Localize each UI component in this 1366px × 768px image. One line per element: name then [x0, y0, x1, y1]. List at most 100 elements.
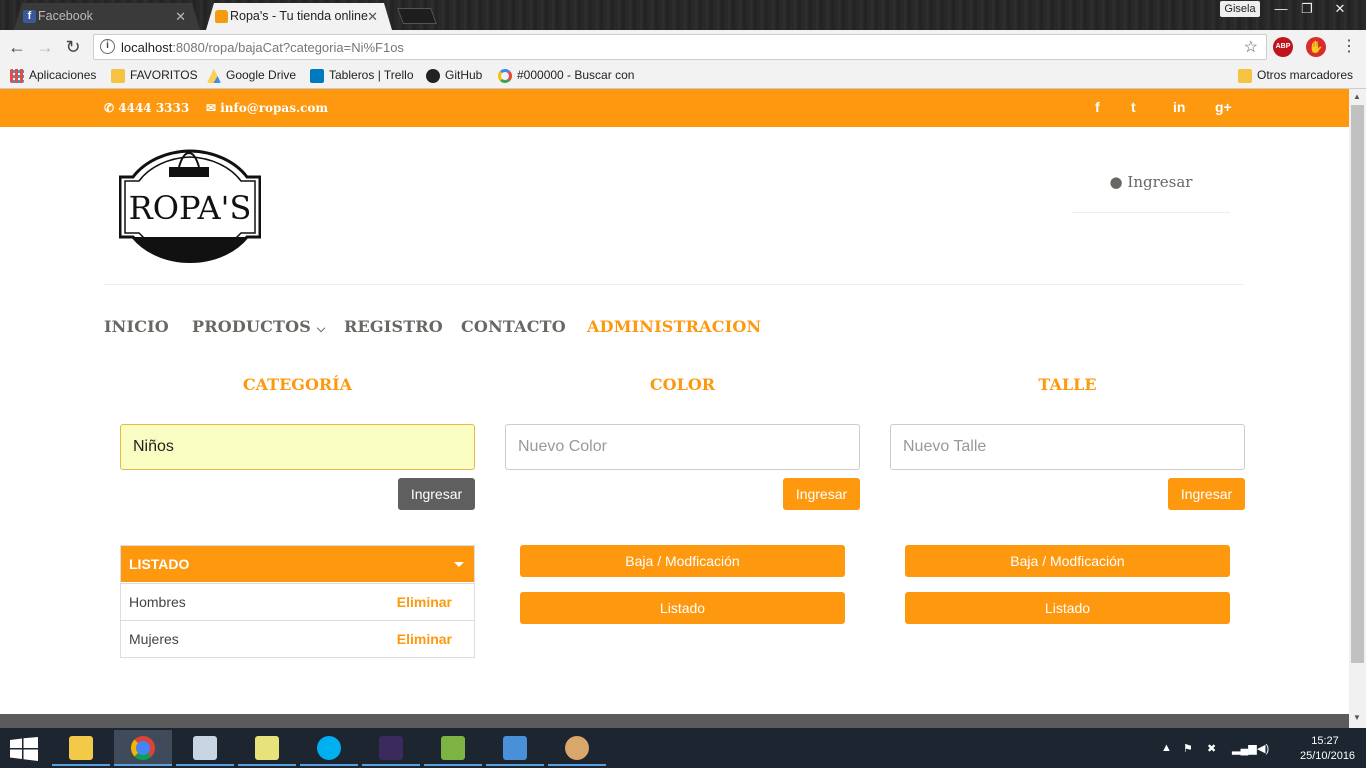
envelope-icon: ✉: [206, 101, 217, 115]
windows-start-icon[interactable]: [10, 737, 38, 761]
facebook-icon[interactable]: f: [1095, 99, 1100, 115]
color-listado-button[interactable]: Listado: [520, 592, 845, 624]
caret-down-icon: [454, 562, 464, 567]
list-item: Mujeres Eliminar: [121, 620, 474, 657]
forward-icon[interactable]: →: [34, 36, 56, 58]
listado-panel: LISTADO Hombres Eliminar Mujeres Elimina…: [120, 545, 475, 658]
categoria-input[interactable]: Niños: [120, 424, 475, 470]
bookmark-github[interactable]: GitHub: [426, 68, 482, 83]
contact-bar: ✆ 4444 3333 ✉ info@ropas.com f t in g+: [0, 89, 1349, 127]
talle-baja-modificacion-button[interactable]: Baja / Modficación: [905, 545, 1230, 577]
adblock-plus-icon[interactable]: ABP: [1273, 37, 1293, 57]
bookmark-trello[interactable]: Tableros | Trello: [310, 68, 414, 83]
talle-listado-button[interactable]: Listado: [905, 592, 1230, 624]
bookmarks-bar: Aplicaciones FAVORITOS Google Drive Tabl…: [0, 64, 1366, 89]
nav-registro[interactable]: REGISTRO: [344, 317, 443, 336]
control-panel-icon[interactable]: [486, 730, 544, 766]
back-icon[interactable]: ←: [6, 36, 28, 58]
listado-header[interactable]: LISTADO: [121, 546, 474, 582]
scroll-up-icon[interactable]: ▲: [1353, 92, 1361, 101]
nav-inicio[interactable]: INICIO: [104, 317, 169, 336]
menu-icon[interactable]: ⋮: [1338, 36, 1360, 58]
linkedin-icon[interactable]: in: [1173, 99, 1185, 115]
scroll-thumb[interactable]: [1351, 105, 1364, 663]
signal-icon[interactable]: ▂▄▆: [1232, 742, 1257, 755]
color-baja-modificacion-button[interactable]: Baja / Modficación: [520, 545, 845, 577]
close-window-icon[interactable]: ✕: [1327, 0, 1353, 18]
logo-text: ROPA'S: [129, 189, 252, 227]
info-icon[interactable]: i: [100, 39, 115, 54]
web-page: ✆ 4444 3333 ✉ info@ropas.com f t in g+ R…: [0, 89, 1349, 714]
user-icon: ●: [1109, 173, 1123, 191]
nav-administracion[interactable]: ADMINISTRACION: [587, 317, 761, 336]
apps-grid-icon: [10, 69, 24, 83]
phone-icon: ✆: [104, 101, 115, 115]
eliminar-link[interactable]: Eliminar: [397, 621, 452, 657]
restore-icon[interactable]: ❐: [1294, 0, 1320, 18]
bookmark-star-icon[interactable]: ☆: [1244, 37, 1258, 57]
page-scrollbar[interactable]: ▲ ▼: [1349, 89, 1366, 728]
color-input[interactable]: Nuevo Color: [505, 424, 860, 470]
reload-icon[interactable]: ↻: [62, 36, 84, 58]
email-contact[interactable]: ✉ info@ropas.com: [206, 101, 328, 115]
file-explorer-icon[interactable]: [52, 730, 110, 766]
address-bar[interactable]: i localhost:8080/ropa/bajaCat?categoria=…: [93, 34, 1267, 60]
facebook-icon: f: [23, 10, 36, 23]
java-ee-ide-icon[interactable]: [362, 730, 420, 766]
google-plus-icon[interactable]: g+: [1215, 99, 1232, 115]
calculator-icon[interactable]: [176, 730, 234, 766]
url-text: localhost:8080/ropa/bajaCat?categoria=Ni…: [121, 40, 404, 55]
tab-strip: f Facebook ✕ Ropa's - Tu tienda online ✕…: [0, 0, 1366, 30]
browser-chrome: f Facebook ✕ Ropa's - Tu tienda online ✕…: [0, 0, 1366, 89]
google-icon: [498, 69, 512, 83]
google-drive-icon: [207, 69, 221, 83]
skype-icon[interactable]: [300, 730, 358, 766]
site-logo[interactable]: ROPA'S: [118, 147, 262, 265]
bookmark-other[interactable]: Otros marcadores: [1238, 68, 1353, 83]
ingresar-color-button[interactable]: Ingresar: [783, 478, 860, 510]
windows-taskbar: ▲ ⚑ ✖ ▂▄▆ ◀) 15:27 25/10/2016: [0, 728, 1366, 768]
tab-ropas[interactable]: Ropa's - Tu tienda online ✕: [206, 3, 392, 30]
nav-contacto[interactable]: CONTACTO: [461, 317, 566, 336]
github-icon: [426, 69, 440, 83]
bookmark-google-search[interactable]: #000000 - Buscar con: [498, 68, 634, 83]
action-center-flag-icon[interactable]: ⚑: [1183, 742, 1193, 755]
network-error-icon[interactable]: ✖: [1207, 742, 1216, 755]
minimize-icon[interactable]: —: [1268, 0, 1294, 18]
chrome-icon[interactable]: [114, 730, 172, 766]
ingresar-talle-button[interactable]: Ingresar: [1168, 478, 1245, 510]
close-tab-icon[interactable]: ✕: [367, 3, 378, 30]
shopping-bag-icon: [215, 10, 228, 23]
profile-button[interactable]: Gisela: [1220, 1, 1260, 17]
tab-facebook[interactable]: f Facebook ✕: [14, 3, 200, 30]
close-tab-icon[interactable]: ✕: [175, 3, 186, 30]
new-tab-button[interactable]: [397, 8, 437, 24]
login-link[interactable]: ● Ingresar: [1072, 173, 1230, 213]
talle-input[interactable]: Nuevo Talle: [890, 424, 1245, 470]
folder-icon: [111, 69, 125, 83]
tray-chevron-icon[interactable]: ▲: [1161, 742, 1172, 754]
paint-icon[interactable]: [548, 730, 606, 766]
bookmark-google-drive[interactable]: Google Drive: [207, 68, 296, 83]
adblock-icon[interactable]: ✋: [1306, 37, 1326, 57]
clock[interactable]: 15:27 25/10/2016: [1300, 734, 1355, 764]
ingresar-categoria-button[interactable]: Ingresar: [398, 478, 475, 510]
eliminar-link[interactable]: Eliminar: [397, 584, 452, 620]
header-divider: [104, 284, 1244, 285]
twitter-icon[interactable]: t: [1131, 99, 1136, 115]
folder-icon: [1238, 69, 1252, 83]
browser-toolbar: ← → ↻ i localhost:8080/ropa/bajaCat?cate…: [0, 30, 1366, 64]
tab-title: Facebook: [38, 9, 93, 23]
phone-contact: ✆ 4444 3333: [104, 101, 190, 115]
tab-title: Ropa's - Tu tienda online: [230, 9, 368, 23]
notepad-plus-icon[interactable]: [424, 730, 482, 766]
trello-icon: [310, 69, 324, 83]
sticky-notes-icon[interactable]: [238, 730, 296, 766]
scroll-down-icon[interactable]: ▼: [1353, 713, 1361, 722]
bookmark-apps[interactable]: Aplicaciones: [10, 68, 96, 83]
nav-productos[interactable]: PRODUCTOS ⌵: [192, 317, 325, 336]
page-footer: [0, 714, 1349, 728]
volume-icon[interactable]: ◀): [1257, 742, 1269, 755]
bookmark-favoritos[interactable]: FAVORITOS: [111, 68, 198, 83]
categoria-title: CATEGORÍA: [242, 375, 353, 394]
